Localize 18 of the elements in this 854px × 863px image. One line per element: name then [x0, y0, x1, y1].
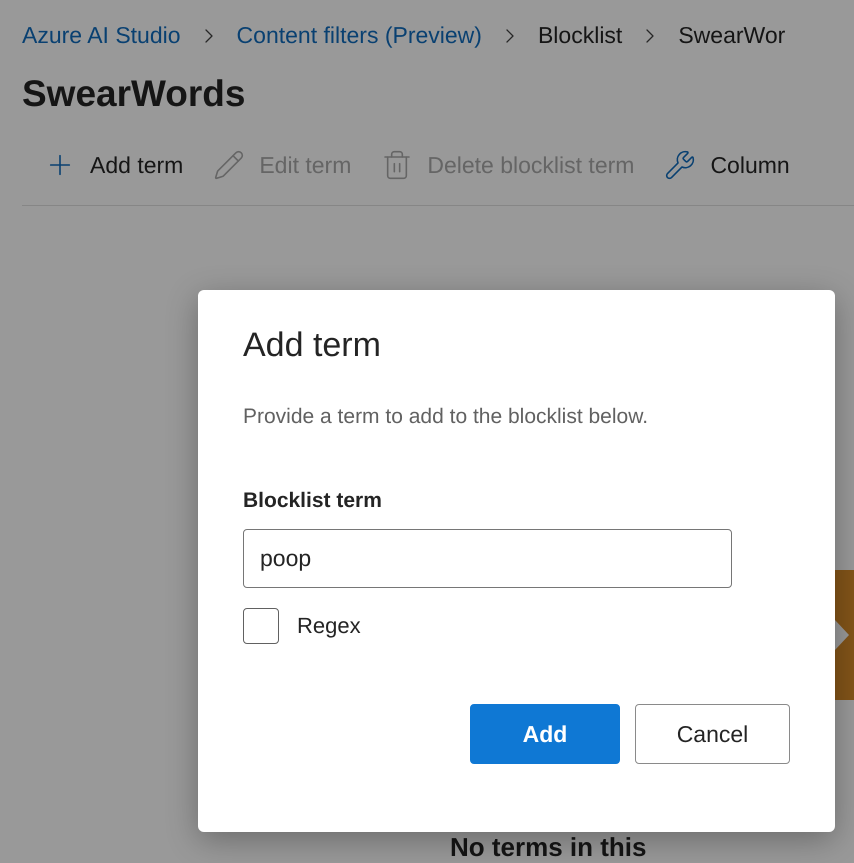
- empty-state-message: No terms in this: [450, 833, 648, 862]
- breadcrumb-link[interactable]: Azure AI Studio: [22, 22, 181, 49]
- add-button[interactable]: Add: [470, 704, 620, 764]
- wrench-icon: [664, 149, 696, 181]
- toolbar-button[interactable]: Column: [664, 149, 790, 181]
- pencil-icon: [213, 149, 246, 181]
- breadcrumb-item: SwearWor: [678, 22, 786, 49]
- dialog-title: Add term: [243, 326, 382, 365]
- checkbox-label: Regex: [297, 613, 361, 639]
- toolbar-button[interactable]: Add term: [44, 149, 184, 181]
- cancel-button[interactable]: Cancel: [635, 704, 790, 764]
- breadcrumb-item: Blocklist: [538, 22, 622, 49]
- field-label: Blocklist term: [243, 489, 383, 513]
- input-field[interactable]: poop: [243, 529, 732, 588]
- dialog-description: Provide a term to add to the blocklist below.: [243, 405, 650, 429]
- page-title: SwearWords: [22, 73, 246, 115]
- checkbox[interactable]: [243, 608, 279, 644]
- breadcrumb-link[interactable]: Content filters (Preview): [236, 22, 482, 49]
